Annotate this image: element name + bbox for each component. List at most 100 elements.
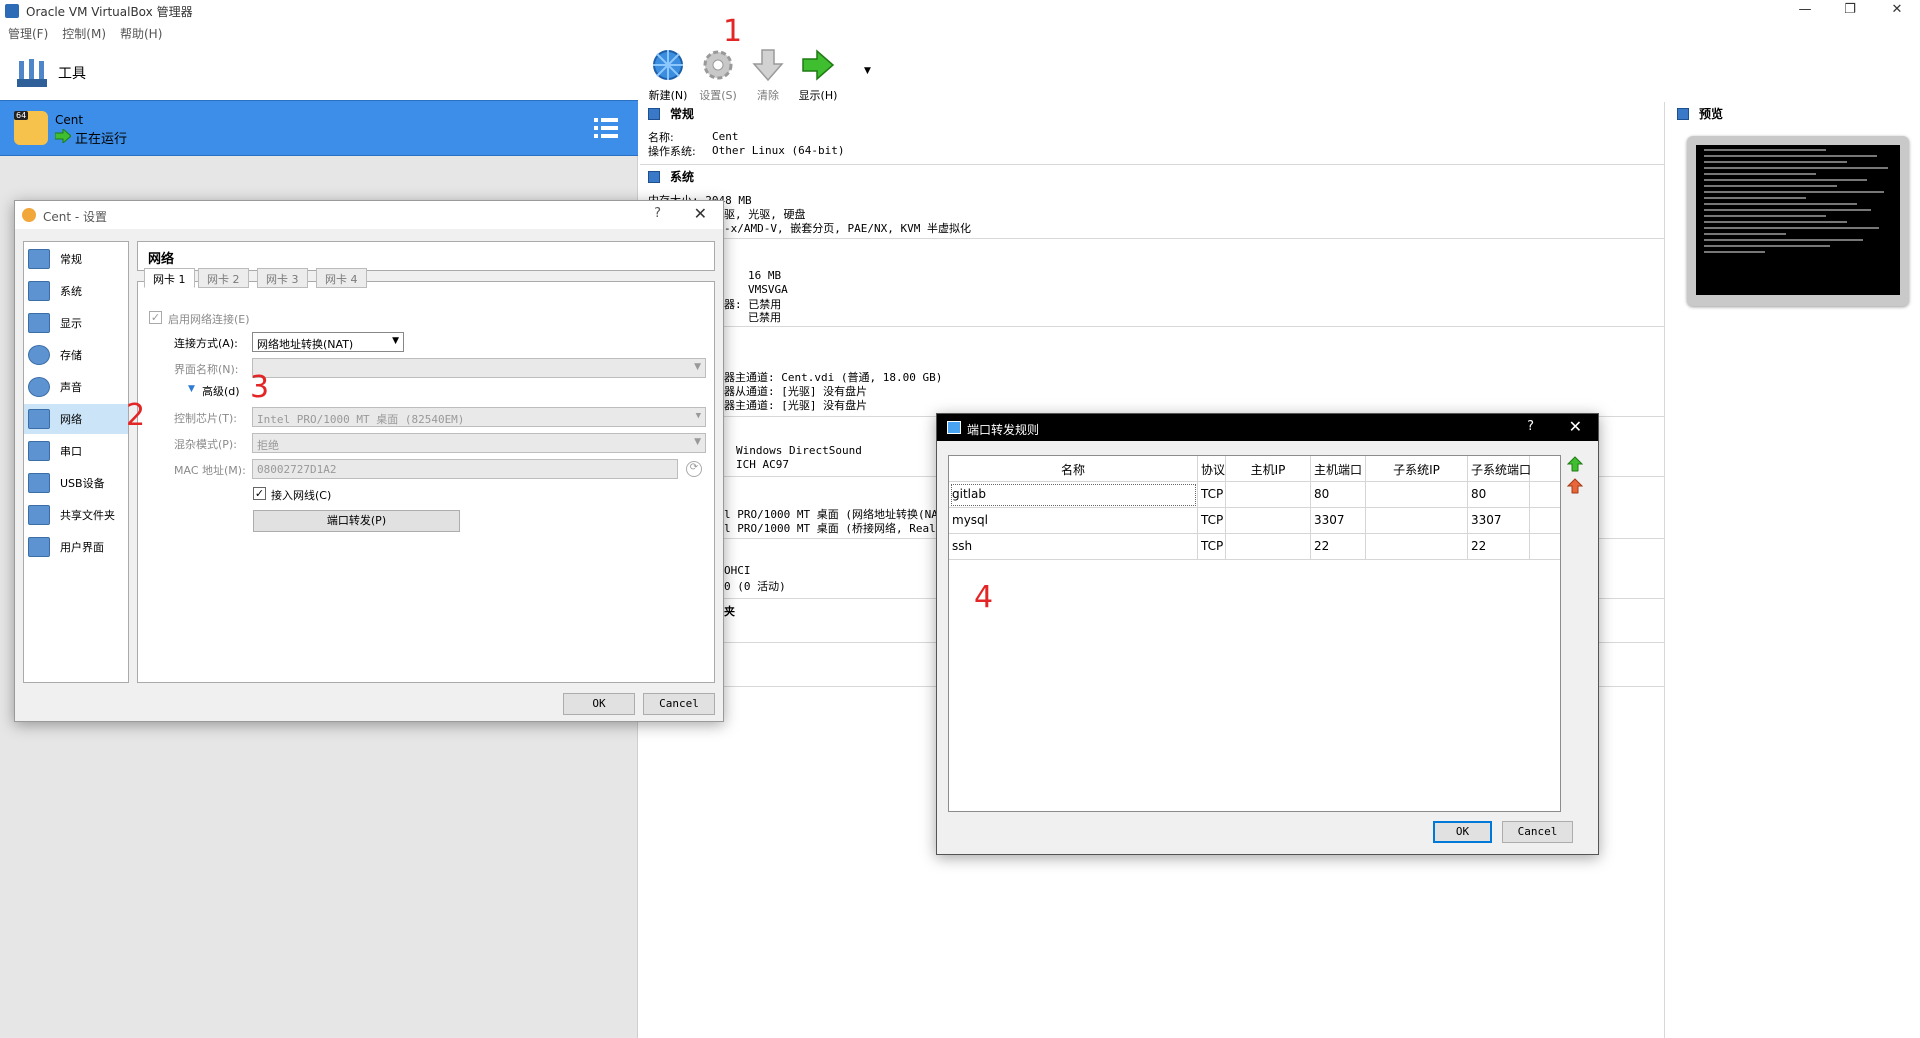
rule-guest-ip-cell[interactable] xyxy=(1366,508,1468,534)
rule-host-ip-cell[interactable] xyxy=(1226,534,1311,560)
os-type-icon: 64 xyxy=(14,111,48,145)
category-audio[interactable]: 声音 xyxy=(24,372,128,402)
menu-machine[interactable]: 控制(M) xyxy=(62,25,106,42)
port-forwarding-dialog-icon xyxy=(947,421,961,434)
category-usb[interactable]: USB设备 xyxy=(24,468,128,498)
tools-label: 工具 xyxy=(58,66,86,82)
category-serial-ports[interactable]: 串口 xyxy=(24,436,128,466)
rule-name-cell[interactable]: mysql xyxy=(949,508,1198,534)
table-row[interactable]: ssh TCP 22 22 xyxy=(949,534,1560,560)
table-row[interactable]: mysql TCP 3307 3307 xyxy=(949,508,1560,534)
rule-name-cell[interactable]: ssh xyxy=(949,534,1198,560)
show-button[interactable]: 显示(H) xyxy=(794,48,842,102)
rule-guest-port-cell[interactable]: 22 xyxy=(1468,534,1530,560)
add-rule-icon[interactable] xyxy=(1567,456,1583,472)
refresh-mac-icon[interactable]: ⟳ xyxy=(686,461,702,477)
close-button[interactable]: ✕ xyxy=(694,204,707,223)
category-storage[interactable]: 存储 xyxy=(24,340,128,370)
maximize-icon[interactable]: ❐ xyxy=(1840,2,1860,17)
settings-dialog: Cent - 设置 ? ✕ 常规 系统 显示 存储 声音 网络 串口 USB设备… xyxy=(14,200,724,722)
category-label: 网络 xyxy=(60,413,82,426)
adapter-type-select[interactable]: Intel PRO/1000 MT 桌面 (82540EM) ▼ xyxy=(252,407,706,427)
general-header[interactable]: 常规 xyxy=(648,105,694,122)
ok-button[interactable]: OK xyxy=(1433,821,1492,843)
gear-icon xyxy=(703,50,733,80)
category-label: USB设备 xyxy=(60,477,105,490)
advanced-toggle-label[interactable]: 高级(d) xyxy=(202,383,240,399)
new-button[interactable]: 新建(N) xyxy=(644,48,692,102)
close-button[interactable]: ✕ xyxy=(1569,417,1582,436)
tab-adapter-3[interactable]: 网卡 3 xyxy=(257,268,308,288)
rule-protocol-cell[interactable]: TCP xyxy=(1198,482,1226,508)
rule-guest-port-cell[interactable]: 3307 xyxy=(1468,508,1530,534)
category-display[interactable]: 显示 xyxy=(24,308,128,338)
discard-label: 清除 xyxy=(757,89,779,102)
category-system[interactable]: 系统 xyxy=(24,276,128,306)
show-dropdown-icon[interactable]: ▼ xyxy=(864,66,871,76)
new-label: 新建(N) xyxy=(648,89,688,102)
advanced-toggle-icon[interactable]: ▼ xyxy=(188,384,195,394)
rule-guest-port-cell[interactable]: 80 xyxy=(1468,482,1530,508)
attached-to-value: 网络地址转换(NAT) xyxy=(257,338,354,351)
promiscuous-mode-select[interactable]: 拒绝 ▼ xyxy=(252,433,706,453)
tab-adapter-4[interactable]: 网卡 4 xyxy=(316,268,367,288)
display-category-icon xyxy=(28,313,50,333)
rule-protocol-cell[interactable]: TCP xyxy=(1198,534,1226,560)
vm-name: Cent xyxy=(55,113,84,127)
column-header[interactable]: 子系统IP xyxy=(1366,456,1468,482)
settings-label: 设置(S) xyxy=(699,89,737,102)
tools-item[interactable]: 工具 xyxy=(0,46,638,100)
vm-list-menu-icon[interactable] xyxy=(594,117,618,139)
help-button[interactable]: ? xyxy=(654,206,661,221)
column-header[interactable]: 主机端口 xyxy=(1311,456,1366,482)
running-arrow-icon xyxy=(55,129,71,143)
attached-to-select[interactable]: 网络地址转换(NAT) ▼ xyxy=(252,332,404,352)
port-forwarding-button[interactable]: 端口转发(P) xyxy=(253,510,460,532)
ok-button[interactable]: OK xyxy=(563,693,635,715)
enable-adapter-checkbox[interactable]: ✓ xyxy=(149,311,162,324)
mac-address-field[interactable]: 08002727D1A2 xyxy=(252,459,678,479)
rule-host-port-cell[interactable]: 22 xyxy=(1311,534,1366,560)
network-category-icon xyxy=(28,409,50,429)
category-user-interface[interactable]: 用户界面 xyxy=(24,532,128,562)
rule-guest-ip-cell[interactable] xyxy=(1366,534,1468,560)
minimize-icon[interactable]: — xyxy=(1795,2,1815,17)
settings-button[interactable]: 设置(S) xyxy=(694,48,742,102)
remove-rule-icon[interactable] xyxy=(1567,478,1583,494)
general-category-icon xyxy=(28,249,50,269)
tab-adapter-2[interactable]: 网卡 2 xyxy=(198,268,249,288)
column-header[interactable]: 协议 xyxy=(1198,456,1226,482)
cancel-button[interactable]: Cancel xyxy=(1502,821,1573,843)
rule-host-ip-cell[interactable] xyxy=(1226,508,1311,534)
rule-protocol-cell[interactable]: TCP xyxy=(1198,508,1226,534)
menu-file[interactable]: 管理(F) xyxy=(8,25,48,42)
column-header[interactable]: 主机IP xyxy=(1226,456,1311,482)
adapter-type-value: Intel PRO/1000 MT 桌面 (82540EM) xyxy=(257,413,465,426)
rule-guest-ip-cell[interactable] xyxy=(1366,482,1468,508)
vm-list-item-cent[interactable]: 64 Cent 正在运行 xyxy=(0,100,638,156)
rule-host-port-cell[interactable]: 3307 xyxy=(1311,508,1366,534)
cable-connected-checkbox[interactable]: ✓ xyxy=(253,487,266,500)
cancel-button[interactable]: Cancel xyxy=(643,693,715,715)
interface-name-select[interactable]: ▼ xyxy=(252,358,706,378)
help-button[interactable]: ? xyxy=(1527,419,1534,434)
system-header[interactable]: 系统 xyxy=(648,168,694,185)
network-settings-pane: 网卡 1 网卡 2 网卡 3 网卡 4 ✓ 启用网络连接(E) 连接方式(A):… xyxy=(137,268,715,683)
column-header[interactable]: 名称 xyxy=(949,456,1198,482)
system-acceleration: -x/AMD-V, 嵌套分页, PAE/NX, KVM 半虚拟化 xyxy=(724,222,971,235)
tab-adapter-1[interactable]: 网卡 1 xyxy=(144,268,195,288)
category-shared-folders[interactable]: 共享文件夹 xyxy=(24,500,128,530)
discard-button[interactable]: 清除 xyxy=(744,48,792,102)
category-general[interactable]: 常规 xyxy=(24,244,128,274)
rule-name-cell[interactable]: gitlab xyxy=(949,482,1198,508)
annotation-1: 1 xyxy=(723,14,743,49)
rule-host-port-cell[interactable]: 80 xyxy=(1311,482,1366,508)
menu-help[interactable]: 帮助(H) xyxy=(120,25,162,42)
preview-header[interactable]: 预览 xyxy=(1677,105,1723,122)
column-header[interactable]: 子系统端口 xyxy=(1468,456,1531,482)
rule-host-ip-cell[interactable] xyxy=(1226,482,1311,508)
table-row[interactable]: gitlab TCP 80 80 xyxy=(949,482,1560,508)
category-network[interactable]: 网络 xyxy=(24,404,128,434)
close-icon[interactable]: ✕ xyxy=(1887,2,1907,17)
annotation-3: 3 xyxy=(250,370,270,405)
